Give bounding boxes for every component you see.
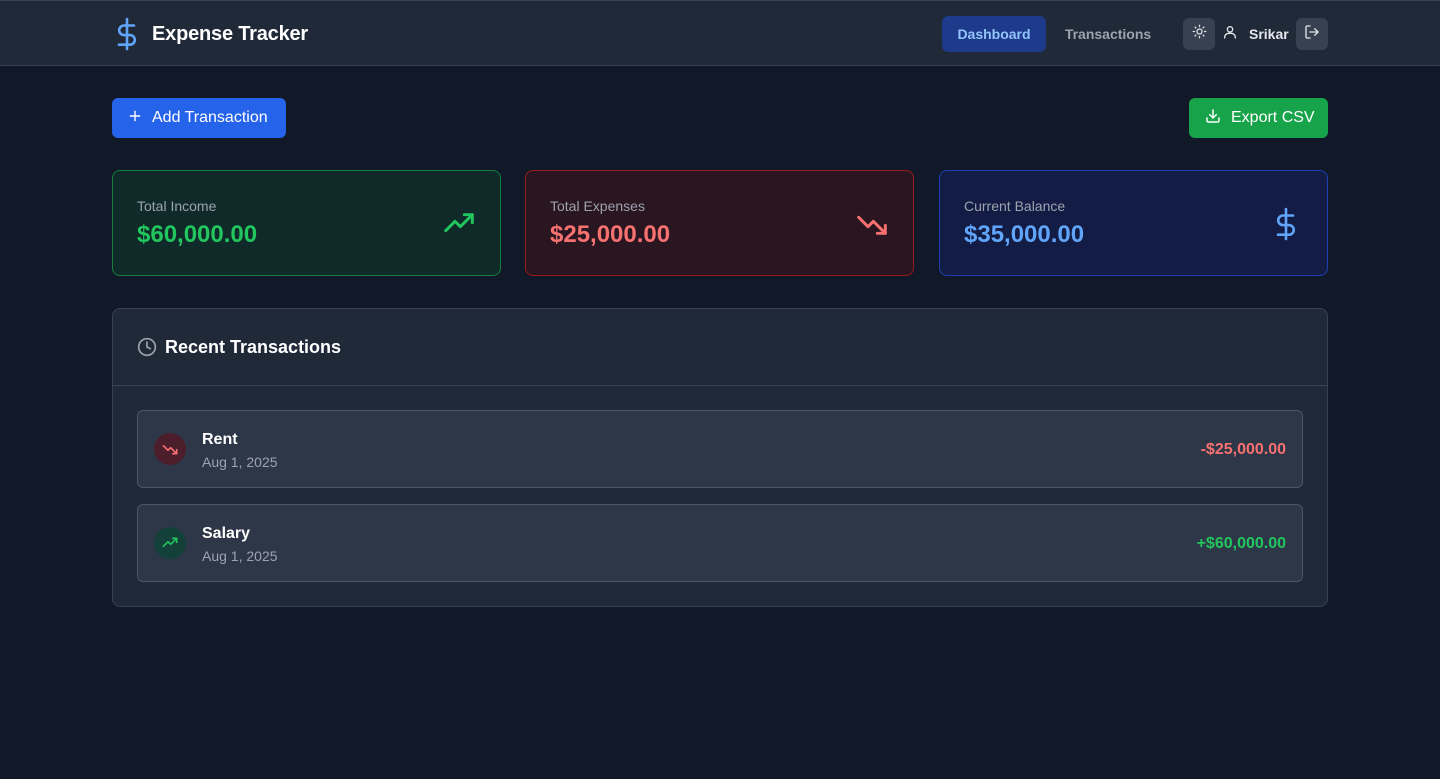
download-icon: [1205, 108, 1221, 129]
add-transaction-label: Add Transaction: [152, 109, 268, 126]
clock-icon: [137, 337, 157, 357]
panel-header: Recent Transactions: [113, 309, 1327, 386]
dollar-sign-icon: [1269, 207, 1303, 241]
transaction-row[interactable]: Rent Aug 1, 2025 -$25,000.00: [137, 410, 1303, 488]
card-value: $25,000.00: [550, 221, 671, 248]
transaction-amount: -$25,000.00: [1200, 441, 1286, 458]
card-value: $35,000.00: [964, 221, 1085, 248]
trending-down-icon: [154, 433, 186, 465]
trending-up-icon: [442, 207, 476, 241]
transaction-row[interactable]: Salary Aug 1, 2025 +$60,000.00: [137, 504, 1303, 582]
transaction-amount: +$60,000.00: [1196, 535, 1286, 552]
panel-title: Recent Transactions: [165, 337, 342, 357]
nav-dashboard[interactable]: Dashboard: [942, 16, 1046, 52]
export-csv-label: Export CSV: [1231, 109, 1315, 126]
trending-up-icon: [154, 527, 186, 559]
card-value: $60,000.00: [137, 221, 258, 248]
add-transaction-button[interactable]: Add Transaction: [112, 98, 286, 138]
logout-button[interactable]: [1296, 18, 1328, 50]
card-label: Total Expenses: [550, 198, 645, 214]
sun-icon: [1192, 24, 1207, 44]
total-income-card: Total Income $60,000.00: [112, 170, 501, 276]
current-balance-card: Current Balance $35,000.00: [939, 170, 1328, 276]
card-label: Current Balance: [964, 198, 1066, 214]
brand[interactable]: Expense Tracker: [112, 17, 308, 51]
export-csv-button[interactable]: Export CSV: [1189, 98, 1328, 138]
total-expenses-card: Total Expenses $25,000.00: [525, 170, 914, 276]
dollar-sign-icon: [112, 17, 142, 51]
theme-toggle-button[interactable]: [1183, 18, 1215, 50]
user-icon: [1222, 24, 1238, 45]
transaction-date: Aug 1, 2025: [202, 454, 278, 470]
user-menu[interactable]: Srikar: [1222, 18, 1289, 50]
logout-icon: [1304, 24, 1320, 45]
plus-icon: [128, 109, 142, 128]
nav-transactions[interactable]: Transactions: [1052, 16, 1164, 52]
app-title: Expense Tracker: [152, 22, 308, 45]
transaction-date: Aug 1, 2025: [202, 548, 278, 564]
transaction-name: Salary: [202, 525, 251, 542]
recent-transactions-panel: Recent Transactions Rent Aug 1, 2025 -$2…: [112, 308, 1328, 607]
trending-down-icon: [855, 207, 889, 241]
username: Srikar: [1249, 26, 1289, 42]
card-label: Total Income: [137, 198, 217, 214]
top-header: Expense Tracker Dashboard Transactions S…: [0, 0, 1440, 66]
transaction-name: Rent: [202, 431, 238, 448]
